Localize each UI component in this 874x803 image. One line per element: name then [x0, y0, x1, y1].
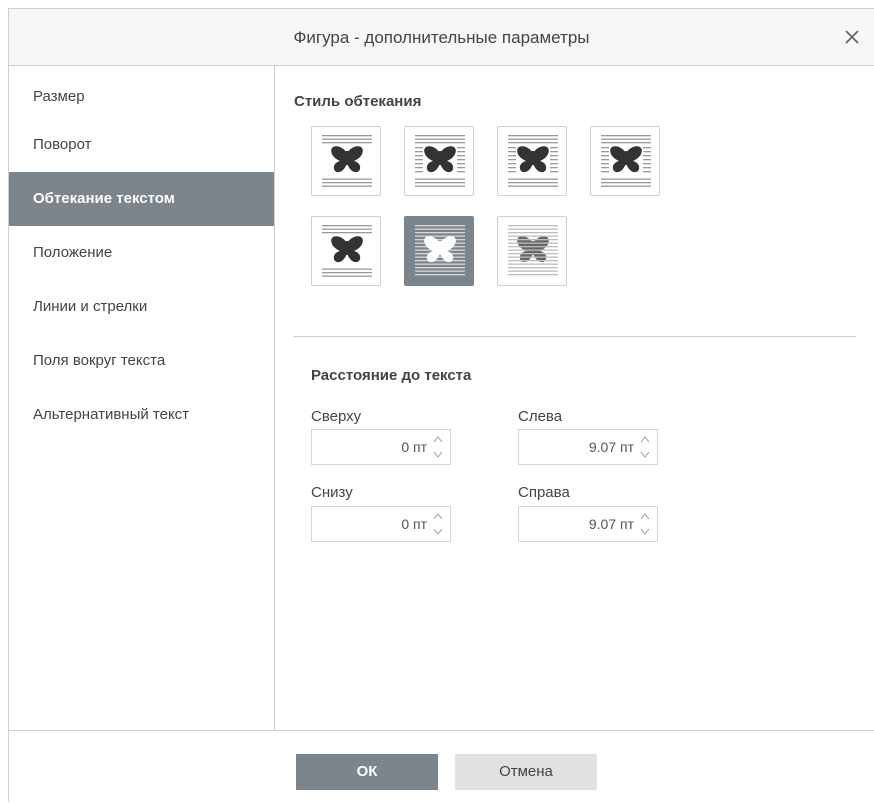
- spin-up-icon[interactable]: [432, 434, 444, 445]
- right-distance-spinner: [518, 506, 658, 542]
- left-distance-spinner: [518, 429, 658, 465]
- top-distance-label: Сверху: [311, 408, 362, 425]
- cancel-button[interactable]: Отмена: [455, 754, 597, 790]
- left-distance-label: Слева: [518, 408, 563, 425]
- top-distance-spinner: [311, 429, 451, 465]
- top-distance-input[interactable]: [312, 430, 427, 464]
- sidebar-item-lines-arrows[interactable]: Линии и стрелки: [9, 280, 274, 334]
- sidebar-item-text-wrapping[interactable]: Обтекание текстом: [9, 172, 274, 226]
- wrap-square-icon: [415, 135, 465, 187]
- sidebar: Размер Поворот Обтекание текстом Положен…: [9, 66, 275, 730]
- wrap-inline-icon: [322, 135, 372, 187]
- wrap-top-bottom-icon: [322, 225, 372, 277]
- spin-down-icon[interactable]: [639, 526, 651, 537]
- wrap-through-icon: [601, 135, 651, 187]
- bottom-distance-label: Снизу: [311, 484, 353, 501]
- ok-button[interactable]: ОК: [296, 754, 438, 790]
- dialog-title: Фигура - дополнительные параметры: [293, 28, 590, 47]
- close-icon: [845, 30, 859, 44]
- spin-down-icon[interactable]: [432, 449, 444, 460]
- dialog-footer: ОК Отмена: [9, 730, 874, 803]
- spin-up-icon[interactable]: [639, 434, 651, 445]
- wrap-style-title: Стиль обтекания: [294, 93, 422, 110]
- wrap-behind-button[interactable]: [497, 216, 567, 286]
- sidebar-item-rotation[interactable]: Поворот: [9, 118, 274, 172]
- wrap-behind-icon: [508, 225, 558, 276]
- wrap-square-button[interactable]: [404, 126, 474, 196]
- left-distance-input[interactable]: [519, 430, 634, 464]
- distance-title: Расстояние до текста: [311, 367, 472, 384]
- wrap-tight-icon: [508, 135, 558, 187]
- wrap-through-button[interactable]: [590, 126, 660, 196]
- content-panel: Стиль обтекания Расстояние до текста Све…: [275, 66, 874, 730]
- wrap-top-bottom-button[interactable]: [311, 216, 381, 286]
- right-distance-label: Справа: [518, 484, 570, 501]
- bottom-distance-input[interactable]: [312, 507, 427, 541]
- spin-down-icon[interactable]: [432, 526, 444, 537]
- sidebar-item-position[interactable]: Положение: [9, 226, 274, 280]
- dialog-titlebar: Фигура - дополнительные параметры: [9, 9, 874, 66]
- wrap-in-front-icon: [415, 225, 465, 276]
- spin-up-icon[interactable]: [639, 511, 651, 522]
- spin-up-icon[interactable]: [432, 511, 444, 522]
- section-divider: [293, 336, 856, 337]
- wrap-in-front-button[interactable]: [404, 216, 474, 286]
- sidebar-item-text-padding[interactable]: Поля вокруг текста: [9, 334, 274, 388]
- bottom-distance-spinner: [311, 506, 451, 542]
- sidebar-item-alt-text[interactable]: Альтернативный текст: [9, 388, 274, 442]
- wrap-tight-button[interactable]: [497, 126, 567, 196]
- sidebar-item-size[interactable]: Размер: [9, 66, 274, 118]
- spin-down-icon[interactable]: [639, 449, 651, 460]
- wrap-inline-button[interactable]: [311, 126, 381, 196]
- right-distance-input[interactable]: [519, 507, 634, 541]
- close-button[interactable]: [834, 17, 870, 57]
- advanced-settings-dialog: Фигура - дополнительные параметры Размер…: [8, 8, 874, 802]
